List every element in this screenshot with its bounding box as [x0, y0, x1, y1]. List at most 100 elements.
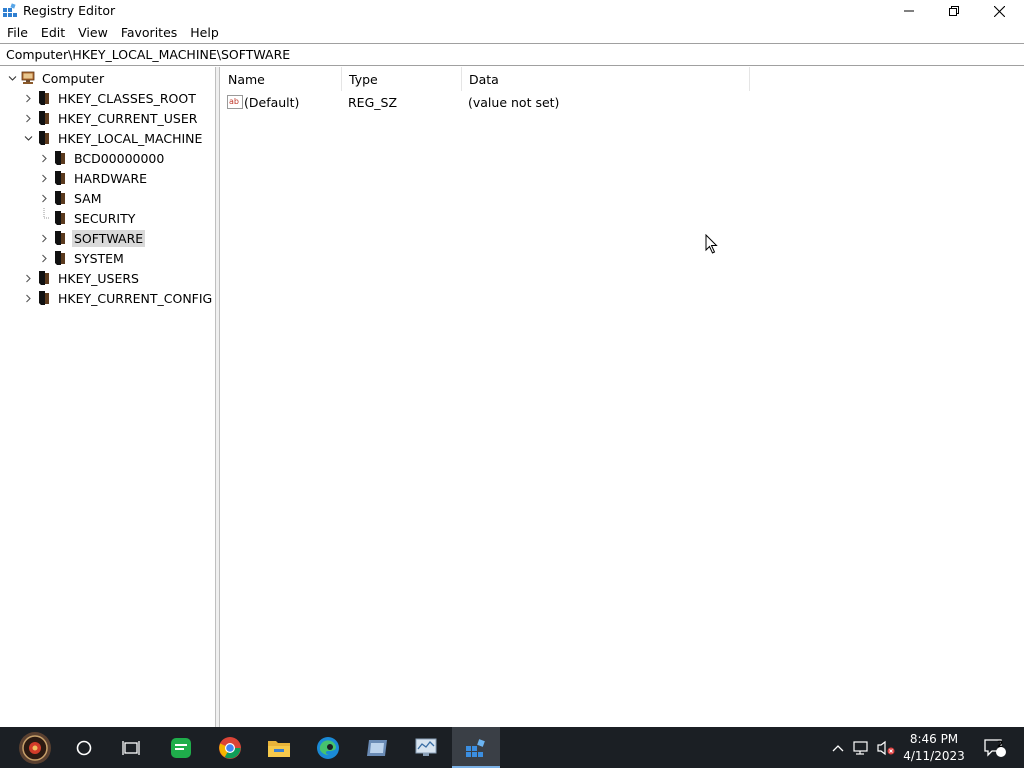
address-bar[interactable]: Computer\HKEY_LOCAL_MACHINE\SOFTWARE [0, 43, 1024, 66]
network-icon [853, 740, 868, 755]
tree-label: SYSTEM [74, 250, 124, 266]
window-title: Registry Editor [23, 3, 116, 18]
tree-item-hkey-users[interactable]: HKEY_USERS [20, 268, 141, 288]
menu-bar: File Edit View Favorites Help [0, 22, 1024, 43]
chevron-right-icon[interactable] [20, 108, 36, 128]
tree-item-system[interactable]: SYSTEM [36, 248, 126, 268]
tree-item-security[interactable]: SECURITY [36, 208, 137, 228]
close-button[interactable] [976, 0, 1022, 22]
minimize-button[interactable] [886, 0, 932, 22]
chevron-right-icon[interactable] [36, 188, 52, 208]
values-list[interactable]: Name Type Data ab (Default) REG_SZ (valu… [221, 67, 1024, 727]
clock-date: 4/11/2023 [903, 749, 965, 763]
registry-key-icon [36, 290, 52, 306]
svg-text:ab: ab [229, 97, 239, 106]
notification-count: 2 [997, 740, 1004, 750]
tree-connector [36, 208, 52, 228]
regedit-taskbar-icon [466, 738, 485, 757]
chevron-down-icon[interactable] [20, 128, 36, 148]
chevron-right-icon[interactable] [20, 88, 36, 108]
menu-view[interactable]: View [71, 22, 114, 43]
table-row[interactable]: ab (Default) REG_SZ (value not set) [221, 93, 821, 113]
tree-item-hkey-current-config[interactable]: HKEY_CURRENT_CONFIG [20, 288, 214, 308]
menu-help[interactable]: Help [183, 22, 225, 43]
tree-item-sam[interactable]: SAM [36, 188, 104, 208]
notification-icon [984, 738, 1006, 757]
edge-app[interactable] [304, 727, 352, 768]
tree-item-hkey-local-machine[interactable]: HKEY_LOCAL_MACHINE [20, 128, 204, 148]
registry-key-icon [52, 230, 68, 246]
show-hidden-icons-button[interactable] [828, 727, 848, 768]
title-bar: Registry Editor [0, 0, 1024, 22]
chevron-right-icon[interactable] [20, 288, 36, 308]
start-button[interactable] [10, 727, 60, 768]
value-data: (value not set) [468, 95, 560, 110]
tree-label: SECURITY [74, 210, 136, 226]
tree-label: SAM [74, 190, 102, 206]
close-icon [993, 5, 1005, 17]
restore-icon [949, 6, 959, 16]
tree-label: HARDWARE [74, 170, 148, 186]
value-name: (Default) [244, 95, 300, 110]
registry-key-icon [52, 170, 68, 186]
registry-key-icon [36, 110, 52, 126]
folder-icon [268, 740, 290, 757]
tree-label: HKEY_LOCAL_MACHINE [58, 130, 203, 146]
chevron-right-icon[interactable] [36, 148, 52, 168]
chrome-icon [219, 736, 241, 759]
task-view-button[interactable] [107, 727, 155, 768]
string-value-icon: ab [227, 95, 243, 109]
network-button[interactable] [850, 727, 874, 768]
monitor-chart-icon [415, 738, 437, 756]
task-view-icon [122, 740, 140, 755]
volume-button[interactable] [874, 727, 898, 768]
chevron-up-icon [832, 744, 844, 751]
registry-key-icon [52, 250, 68, 266]
regedit-icon [3, 3, 17, 17]
feedback-hub-app[interactable] [157, 727, 205, 768]
menu-favorites[interactable]: Favorites [114, 22, 183, 43]
tree-label: HKEY_USERS [58, 270, 139, 286]
chevron-right-icon[interactable] [36, 228, 52, 248]
clock-time: 8:46 PM [909, 732, 959, 746]
column-header-type[interactable]: Type [342, 67, 462, 91]
registry-key-icon [52, 190, 68, 206]
computer-icon [20, 70, 36, 86]
tree-item-hkey-current-user[interactable]: HKEY_CURRENT_USER [20, 108, 199, 128]
taskbar: 8:46 PM 4/11/2023 2 [0, 727, 1024, 768]
column-header-data[interactable]: Data [462, 67, 750, 91]
registry-key-icon [36, 90, 52, 106]
chrome-app[interactable] [206, 727, 254, 768]
chevron-right-icon[interactable] [36, 168, 52, 188]
edge-icon [317, 736, 339, 759]
registry-key-icon [36, 130, 52, 146]
generic-app[interactable] [353, 727, 401, 768]
tree-pane[interactable]: Computer HKEY_CLASSES_ROOT HKEY_CURRENT_… [0, 67, 216, 727]
mouse-cursor-icon [705, 234, 718, 254]
menu-file[interactable]: File [0, 22, 34, 43]
search-button[interactable] [60, 727, 108, 768]
address-path[interactable]: Computer\HKEY_LOCAL_MACHINE\SOFTWARE [6, 47, 290, 62]
tree-item-hkey-classes-root[interactable]: HKEY_CLASSES_ROOT [20, 88, 198, 108]
registry-key-icon [52, 150, 68, 166]
chat-app-icon [171, 737, 191, 758]
tree-item-bcd00000000[interactable]: BCD00000000 [36, 148, 166, 168]
registry-editor-app[interactable] [452, 727, 500, 768]
chevron-down-icon[interactable] [4, 68, 20, 88]
menu-edit[interactable]: Edit [34, 22, 71, 43]
tree-item-software[interactable]: SOFTWARE [36, 228, 146, 248]
clock[interactable]: 8:46 PM 4/11/2023 [898, 731, 970, 765]
chevron-right-icon[interactable] [20, 268, 36, 288]
tree-label: HKEY_CLASSES_ROOT [58, 90, 196, 106]
pane-splitter[interactable] [216, 67, 220, 727]
column-header-name[interactable]: Name [221, 67, 342, 91]
tree-item-hardware[interactable]: HARDWARE [36, 168, 149, 188]
tree-label-selected: SOFTWARE [72, 229, 146, 247]
file-explorer-app[interactable] [255, 727, 303, 768]
chevron-right-icon[interactable] [36, 248, 52, 268]
start-logo-icon [19, 731, 51, 764]
notification-center-button[interactable]: 2 [978, 727, 1012, 768]
restore-button[interactable] [931, 0, 977, 22]
tree-item-computer[interactable]: Computer [4, 68, 106, 88]
system-app[interactable] [402, 727, 450, 768]
